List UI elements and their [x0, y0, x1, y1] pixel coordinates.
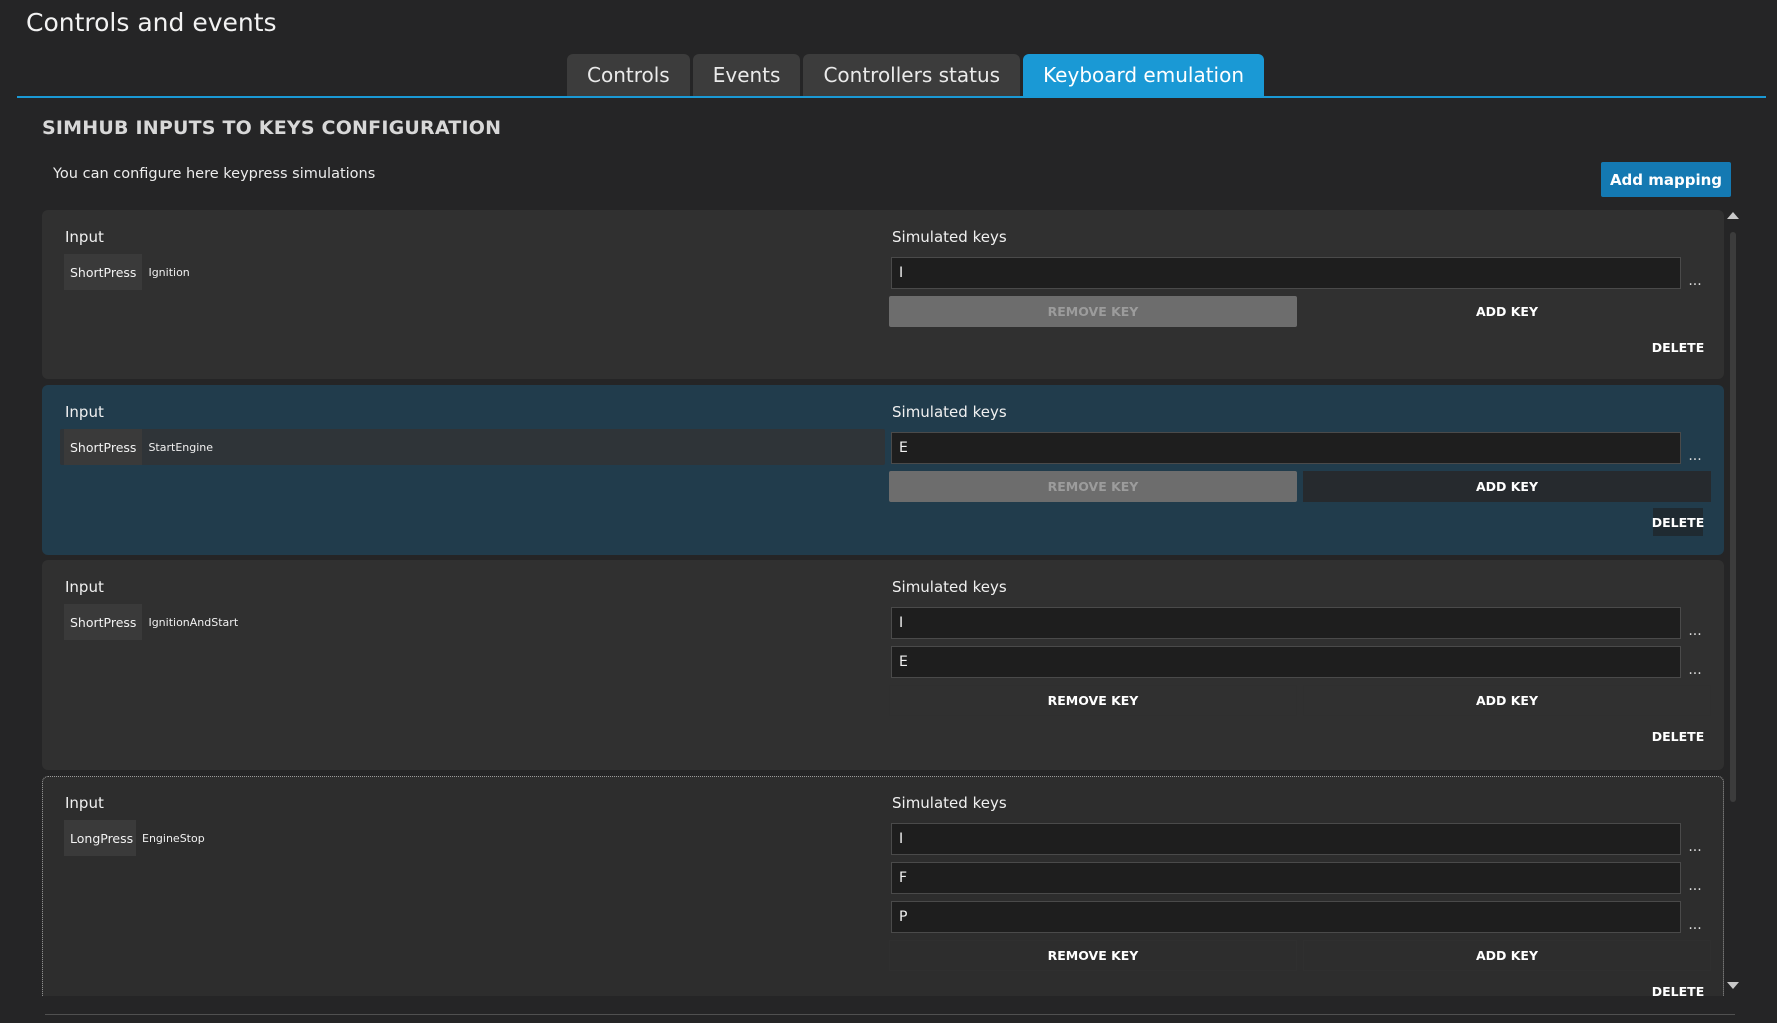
scroll-up-arrow-icon[interactable]: [1727, 212, 1739, 219]
more-options-button[interactable]: ...: [1685, 607, 1705, 639]
delete-button[interactable]: DELETE: [1652, 722, 1704, 750]
input-chip[interactable]: ShortPress StartEngine: [60, 429, 885, 465]
mapping-list: Input ShortPress Ignition Simulated keys…: [42, 210, 1727, 996]
tab-keyboard-emulation[interactable]: Keyboard emulation: [1023, 54, 1265, 96]
remove-key-button[interactable]: REMOVE KEY: [889, 471, 1297, 502]
vertical-scrollbar[interactable]: [1725, 210, 1741, 996]
input-chip[interactable]: ShortPress IgnitionAndStart: [64, 604, 238, 640]
input-name: StartEngine: [148, 440, 214, 454]
key-field[interactable]: I: [891, 607, 1681, 639]
more-options-button[interactable]: ...: [1685, 862, 1705, 894]
input-chip[interactable]: ShortPress Ignition: [64, 254, 190, 290]
input-label: Input: [65, 403, 104, 421]
key-field[interactable]: F: [891, 862, 1681, 894]
key-field[interactable]: E: [891, 646, 1681, 678]
input-type: ShortPress: [64, 604, 143, 640]
input-type: LongPress: [64, 820, 136, 856]
key-field[interactable]: E: [891, 432, 1681, 464]
simulated-keys-label: Simulated keys: [892, 794, 1007, 812]
add-mapping-button[interactable]: Add mapping: [1601, 162, 1731, 197]
mapping-card[interactable]: Input ShortPress Ignition Simulated keys…: [42, 210, 1724, 379]
add-key-button[interactable]: ADD KEY: [1303, 471, 1711, 502]
add-key-button[interactable]: ADD KEY: [1303, 296, 1711, 327]
add-key-button[interactable]: ADD KEY: [1303, 685, 1711, 716]
mapping-card[interactable]: Input ShortPress IgnitionAndStart Simula…: [42, 560, 1724, 770]
more-options-button[interactable]: ...: [1685, 257, 1705, 289]
input-label: Input: [65, 578, 104, 596]
input-name: IgnitionAndStart: [148, 615, 239, 629]
input-name: EngineStop: [142, 831, 205, 845]
input-label: Input: [65, 794, 104, 812]
remove-key-button[interactable]: REMOVE KEY: [889, 685, 1297, 716]
delete-button[interactable]: DELETE: [1652, 977, 1704, 997]
key-field[interactable]: P: [891, 901, 1681, 933]
mapping-card[interactable]: Input LongPress EngineStop Simulated key…: [42, 776, 1724, 996]
bottom-divider: [45, 1014, 1735, 1015]
section-title: SIMHUB INPUTS TO KEYS CONFIGURATION: [42, 117, 502, 139]
more-options-button[interactable]: ...: [1685, 646, 1705, 678]
scroll-down-arrow-icon[interactable]: [1727, 982, 1739, 989]
app-title: Controls and events: [26, 8, 277, 37]
key-field[interactable]: I: [891, 823, 1681, 855]
simulated-keys-label: Simulated keys: [892, 403, 1007, 421]
tab-controls[interactable]: Controls: [567, 54, 690, 96]
scroll-thumb[interactable]: [1730, 232, 1736, 802]
more-options-button[interactable]: ...: [1685, 823, 1705, 855]
input-type: ShortPress: [64, 254, 143, 290]
input-label: Input: [65, 228, 104, 246]
remove-key-button[interactable]: REMOVE KEY: [889, 940, 1297, 971]
tab-bar: Controls Events Controllers status Keybo…: [567, 54, 1265, 96]
simulated-keys-label: Simulated keys: [892, 228, 1007, 246]
tab-underline: [17, 96, 1766, 98]
tab-controllers-status[interactable]: Controllers status: [803, 54, 1021, 96]
key-field[interactable]: I: [891, 257, 1681, 289]
simulated-keys-label: Simulated keys: [892, 578, 1007, 596]
input-name: Ignition: [148, 265, 190, 279]
mapping-card[interactable]: Input ShortPress StartEngine Simulated k…: [42, 385, 1724, 555]
input-chip[interactable]: LongPress EngineStop: [64, 820, 205, 856]
section-description: You can configure here keypress simulati…: [53, 166, 376, 182]
input-type: ShortPress: [64, 429, 143, 465]
more-options-button[interactable]: ...: [1685, 901, 1705, 933]
delete-button[interactable]: DELETE: [1652, 333, 1704, 361]
delete-button[interactable]: DELETE: [1652, 508, 1704, 536]
more-options-button[interactable]: ...: [1685, 432, 1705, 464]
add-key-button[interactable]: ADD KEY: [1303, 940, 1711, 971]
remove-key-button[interactable]: REMOVE KEY: [889, 296, 1297, 327]
tab-events[interactable]: Events: [692, 54, 801, 96]
